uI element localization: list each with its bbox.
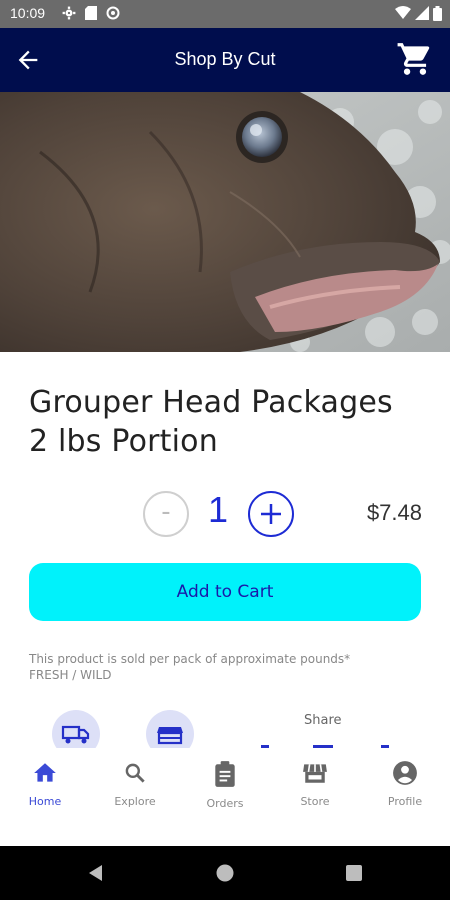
product-note-line2: FRESH / WILD [29,668,112,682]
store-icon [303,764,327,783]
quantity-value: 1 [207,489,229,530]
product-price: $7.48 [366,500,422,525]
nav-explore[interactable]: Explore [90,760,180,808]
wifi-icon [395,6,411,19]
product-title-line1: Grouper Head Packages [29,385,393,420]
nav-store-label: Store [300,795,330,808]
product-title: Grouper Head Packages 2 lbs Portion [29,383,429,461]
system-recents-icon[interactable] [345,864,363,882]
status-time: 10:09 [10,5,46,21]
system-back-icon[interactable] [86,863,106,883]
nav-profile[interactable]: Profile [360,760,450,808]
product-title-line2: 2 lbs Portion [29,424,218,459]
nav-orders-label: Orders [206,797,244,810]
account-icon [393,761,417,785]
battery-icon [433,6,442,21]
nav-orders[interactable]: Orders [180,760,270,810]
home-icon [34,763,56,782]
system-navigation-bar [0,846,450,900]
quantity-decrease-button[interactable]: - [143,491,189,537]
nav-store[interactable]: Store [270,760,360,808]
data-saver-icon [106,6,120,20]
settings-icon [62,6,76,20]
system-home-icon[interactable] [215,863,235,883]
signal-icon [415,6,429,20]
nav-home[interactable]: Home [0,760,90,808]
cart-icon[interactable] [396,40,434,78]
product-image [0,92,450,352]
app-bar: Shop By Cut [0,28,450,92]
grouper-head-photo [0,92,450,352]
plus-icon [261,504,281,524]
share-label: Share [304,713,342,728]
status-bar: 10:09 [0,0,450,28]
clipboard-icon [215,761,235,787]
sd-card-icon [85,6,97,20]
quantity-increase-button[interactable] [248,491,294,537]
nav-home-label: Home [28,795,62,808]
product-note-line1: This product is sold per pack of approxi… [29,652,351,666]
search-icon [125,763,145,783]
add-to-cart-button[interactable]: Add to Cart [29,563,421,621]
page-title: Shop By Cut [174,49,276,69]
nav-explore-label: Explore [114,795,156,808]
bottom-navigation: Home Explore Orders Store Profile [0,748,450,846]
product-note: This product is sold per pack of approxi… [29,651,429,683]
nav-profile-label: Profile [387,795,423,808]
